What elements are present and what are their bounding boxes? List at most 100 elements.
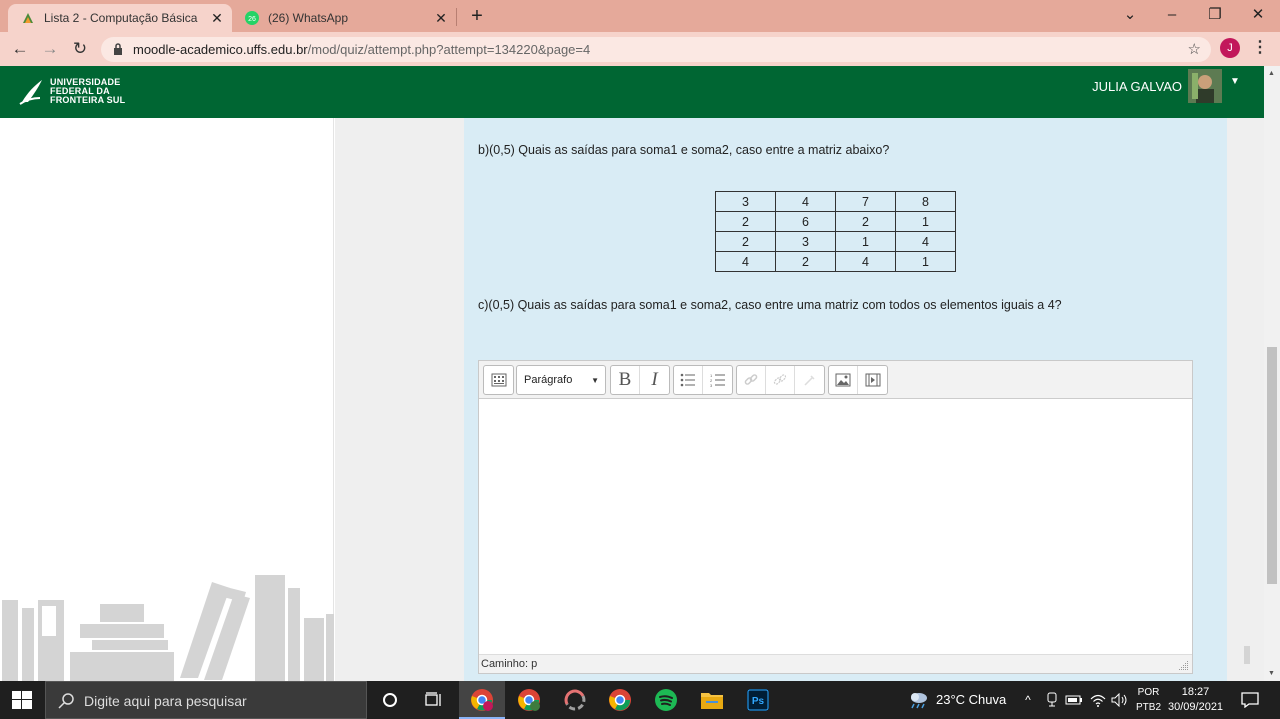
editor-content-area[interactable] <box>479 399 1192 654</box>
matrix-cell: 1 <box>895 211 956 232</box>
uffs-logo[interactable]: UNIVERSIDADE FEDERAL DA FRONTEIRA SUL <box>18 76 125 106</box>
tab-whatsapp[interactable]: 26 (26) WhatsApp ✕ <box>232 4 456 32</box>
matrix-cell: 4 <box>775 191 836 212</box>
meet-now-icon[interactable] <box>1042 688 1062 712</box>
reload-icon[interactable]: ↻ <box>69 38 91 60</box>
user-name[interactable]: JULIA GALVAO <box>1092 79 1182 94</box>
tab-search-icon[interactable]: ⌄ <box>1110 2 1150 28</box>
spotify-icon[interactable] <box>654 688 678 712</box>
notifications-icon[interactable] <box>1238 688 1262 712</box>
unlink-icon[interactable] <box>766 366 795 394</box>
toolbar-toggle-icon[interactable] <box>484 366 513 394</box>
matrix-cell: 1 <box>895 251 956 272</box>
matrix-cell: 4 <box>835 251 896 272</box>
browser-menu-icon[interactable]: ⋮ <box>1252 38 1268 58</box>
task-view-icon[interactable] <box>422 688 446 712</box>
photoshop-icon[interactable]: Ps <box>746 688 770 712</box>
taskbar-chrome-active[interactable] <box>459 681 505 719</box>
table-row: 2 3 1 4 <box>715 231 956 252</box>
insert-media-icon[interactable] <box>858 366 887 394</box>
logo-line: FRONTEIRA SUL <box>50 94 126 105</box>
books-decoration-icon <box>2 575 334 681</box>
unordered-list-icon[interactable] <box>674 366 703 394</box>
lock-icon <box>114 43 122 55</box>
svg-text:3: 3 <box>710 383 713 387</box>
weather-rain-icon[interactable] <box>906 688 930 712</box>
scroll-up-icon[interactable]: ▲ <box>1268 70 1275 77</box>
chrome-icon[interactable] <box>608 688 632 712</box>
matrix-cell: 2 <box>715 211 776 232</box>
matrix-cell: 8 <box>895 191 956 212</box>
clock-time: 18:27 <box>1181 686 1210 698</box>
svg-text:26: 26 <box>248 16 256 23</box>
page-content: b)(0,5) Quais as saídas para soma1 e som… <box>0 118 1264 681</box>
tab-lista-2[interactable]: Lista 2 - Computação Básica ✕ <box>8 4 232 32</box>
close-window-button[interactable]: ✕ <box>1238 2 1278 28</box>
italic-button[interactable]: I <box>640 366 669 394</box>
insert-image-icon[interactable] <box>829 366 858 394</box>
matrix-cell: 3 <box>775 231 836 252</box>
table-row: 2 6 2 1 <box>715 211 956 232</box>
windows-taskbar: Digite aqui para pesquisar Ps 23°C Chuva… <box>0 681 1280 719</box>
paragraph-style-select[interactable]: Parágrafo ▼ <box>516 365 606 395</box>
ordered-list-icon[interactable]: 123 <box>703 366 732 394</box>
tab-close-icon[interactable]: ✕ <box>432 9 450 27</box>
windows-start-icon[interactable] <box>12 691 32 709</box>
address-bar[interactable]: moodle-academico.uffs.edu.br/mod/quiz/at… <box>101 37 1211 62</box>
matrix-cell: 6 <box>775 211 836 232</box>
scrollbar-thumb[interactable] <box>1267 347 1277 584</box>
link-icon[interactable] <box>737 366 766 394</box>
minimize-button[interactable]: – <box>1152 2 1192 28</box>
anchor-icon[interactable] <box>795 366 824 394</box>
question-panel: b)(0,5) Quais as saídas para soma1 e som… <box>464 118 1227 681</box>
table-row: 3 4 7 8 <box>715 191 956 212</box>
question-part-b: b)(0,5) Quais as saídas para soma1 e som… <box>478 143 890 157</box>
maximize-button[interactable]: ❐ <box>1195 2 1235 28</box>
uffs-logo-icon <box>19 80 42 105</box>
tab-title: Lista 2 - Computação Básica <box>44 11 198 25</box>
weather-text[interactable]: 23°C Chuva <box>936 692 1006 707</box>
user-avatar[interactable] <box>1188 69 1222 103</box>
resize-grip-icon[interactable] <box>1179 661 1189 671</box>
editor-path-label: Caminho: p <box>481 658 538 670</box>
profile-avatar[interactable]: J <box>1220 38 1240 58</box>
scroll-down-icon[interactable]: ▼ <box>1268 670 1275 677</box>
cortana-icon[interactable] <box>378 688 402 712</box>
browser-toolbar: ← → ↻ moodle-academico.uffs.edu.br/mod/q… <box>0 32 1280 66</box>
taskbar-clock[interactable]: 18:27 30/09/2021 <box>1168 685 1223 715</box>
matrix-cell: 2 <box>835 211 896 232</box>
volume-icon[interactable] <box>1110 688 1130 712</box>
chrome-profile-icon[interactable] <box>517 688 541 712</box>
wifi-icon[interactable] <box>1088 688 1108 712</box>
tray-overflow-icon[interactable]: ^ <box>1018 688 1038 712</box>
page-fragment <box>1244 646 1250 664</box>
tab-close-icon[interactable]: ✕ <box>208 9 226 27</box>
bookmark-star-icon[interactable]: ☆ <box>1188 40 1201 58</box>
back-arrow-icon[interactable]: ← <box>9 38 31 60</box>
new-tab-button[interactable]: + <box>466 6 488 28</box>
user-menu-caret-icon[interactable]: ▼ <box>1230 76 1240 87</box>
matrix-cell: 2 <box>775 251 836 272</box>
bold-button[interactable]: B <box>611 366 640 394</box>
taskbar-search-input[interactable]: Digite aqui para pesquisar <box>45 681 367 719</box>
whatsapp-icon: 26 <box>244 10 260 26</box>
site-header: UNIVERSIDADE FEDERAL DA FRONTEIRA SUL JU… <box>0 66 1264 118</box>
forward-arrow-icon[interactable]: → <box>39 38 61 60</box>
tab-title: (26) WhatsApp <box>268 11 349 25</box>
file-explorer-icon[interactable] <box>700 688 724 712</box>
url-text: moodle-academico.uffs.edu.br/mod/quiz/at… <box>133 42 591 57</box>
left-column <box>0 118 334 681</box>
tab-separator <box>456 8 457 26</box>
matrix-cell: 2 <box>715 231 776 252</box>
editor-toolbar: Parágrafo ▼ B I 123 <box>479 361 1192 399</box>
app-swirl-icon[interactable] <box>563 688 587 712</box>
matrix-cell: 1 <box>835 231 896 252</box>
vertical-scrollbar[interactable]: ▲ ▼ <box>1264 66 1280 681</box>
matrix-cell: 4 <box>895 231 956 252</box>
table-row: 4 2 4 1 <box>715 251 956 272</box>
matrix-table: 3 4 7 8 2 6 2 1 2 3 1 4 4 2 4 1 <box>715 191 956 272</box>
search-icon <box>58 693 74 709</box>
chevron-down-icon: ▼ <box>591 376 599 385</box>
input-language[interactable]: POR PTB2 <box>1136 685 1161 715</box>
battery-icon[interactable] <box>1064 688 1084 712</box>
